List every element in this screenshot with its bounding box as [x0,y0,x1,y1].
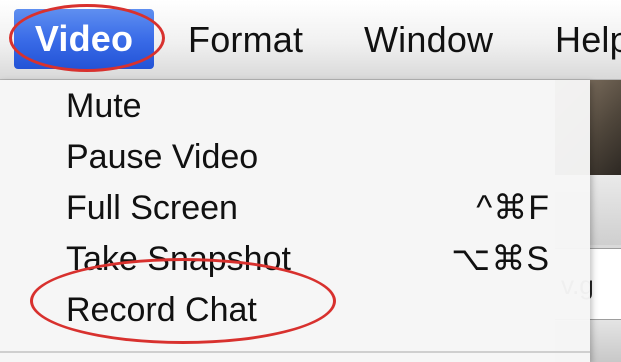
menu-item-pause-video[interactable]: Pause Video [0,131,590,183]
menu-item-shortcut: ⌥⌘S [451,240,550,278]
menu-item-shortcut: ^⌘F [476,189,550,227]
video-menu-dropdown: Mute Pause Video Full Screen ^⌘F Take Sn… [0,80,590,362]
menu-item-take-snapshot[interactable]: Take Snapshot ⌥⌘S [0,233,590,285]
menu-window[interactable]: Window [364,11,493,69]
menu-video[interactable]: Video [14,9,154,69]
menu-item-label: Mute [66,87,142,125]
menu-format[interactable]: Format [188,11,303,69]
menu-item-full-screen[interactable]: Full Screen ^⌘F [0,182,590,234]
menu-item-label: Record Chat [66,291,257,329]
menu-help[interactable]: Help [555,11,621,69]
menu-item-label: Pause Video [66,138,259,176]
menu-item-label: Take Snapshot [66,240,291,278]
menu-bar: Video Format Window Help [0,0,621,80]
menu-item-record-chat[interactable]: Record Chat [0,284,590,336]
menu-item-label: Full Screen [66,189,238,227]
menu-separator [0,351,590,353]
menu-item-mute[interactable]: Mute [0,80,590,132]
